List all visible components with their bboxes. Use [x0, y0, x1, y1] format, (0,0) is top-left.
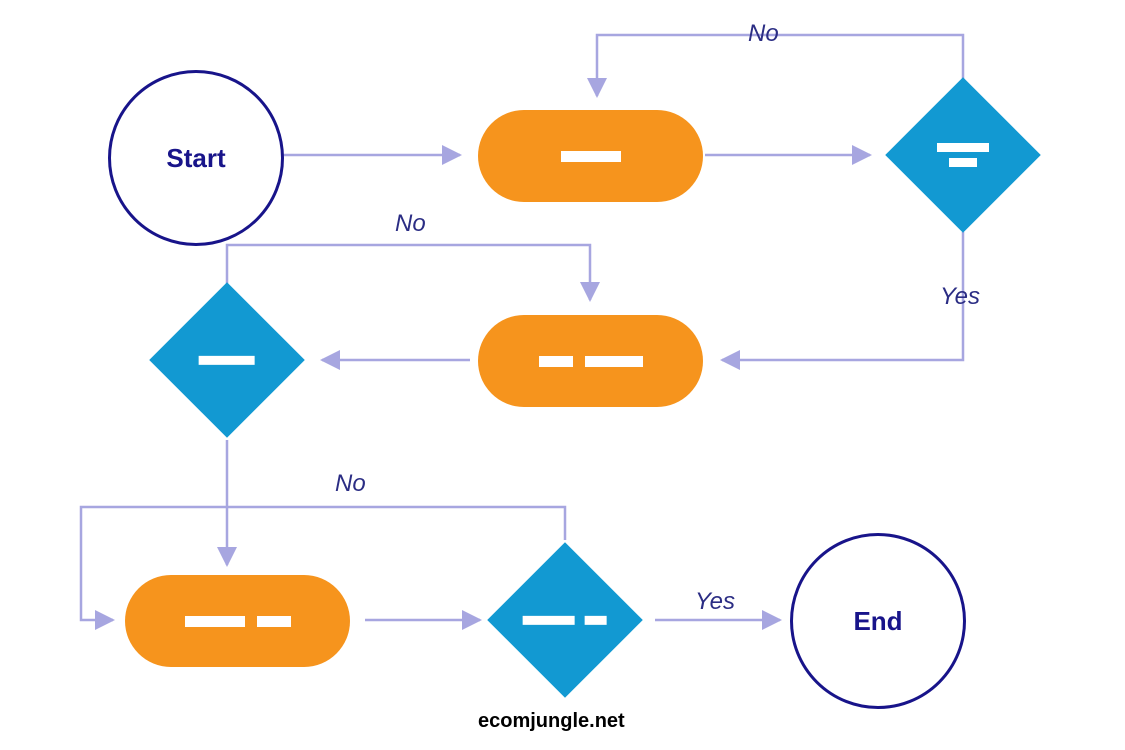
edge-label-d1-yes: Yes [940, 283, 980, 311]
edge-label-d1-no: No [748, 20, 779, 48]
start-node-label: Start [166, 143, 225, 174]
edge-label-d3-yes: Yes [695, 588, 735, 616]
flowchart-canvas: Start [0, 0, 1125, 750]
process-node-3 [125, 575, 350, 667]
edge-label-d2-no: No [395, 210, 426, 238]
start-node: Start [108, 70, 284, 246]
decision-node-1 [908, 100, 1018, 210]
attribution-text: ecomjungle.net [478, 710, 625, 733]
decision-node-3 [510, 565, 620, 675]
end-node: End [790, 533, 966, 709]
decision-node-2 [172, 305, 282, 415]
process-node-1 [478, 110, 703, 202]
process-node-2 [478, 315, 703, 407]
edge-label-d3-no: No [335, 470, 366, 498]
end-node-label: End [853, 606, 902, 637]
